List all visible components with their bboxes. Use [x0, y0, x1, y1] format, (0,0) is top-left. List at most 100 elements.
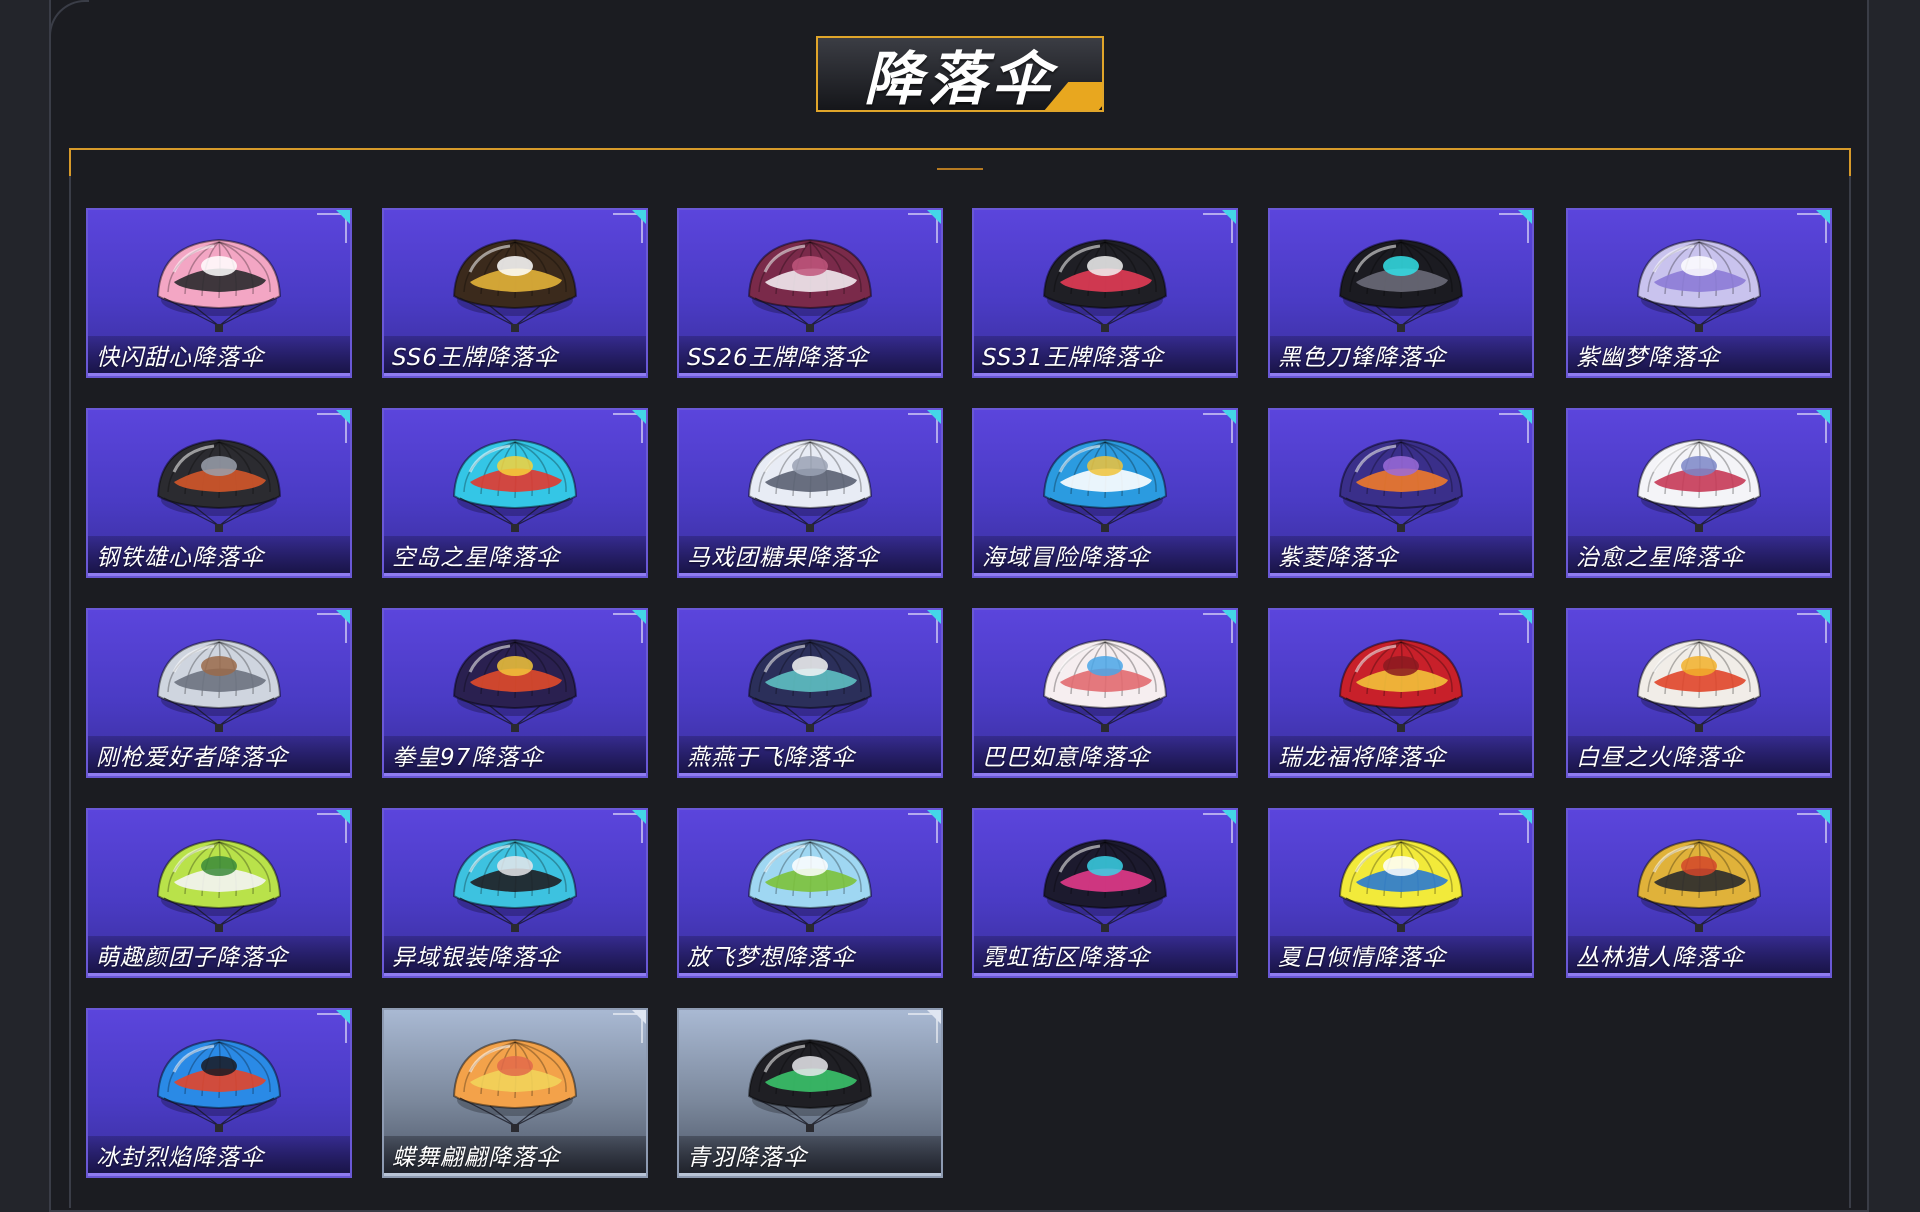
card-label-bar: 燕燕于飞降落伞: [679, 736, 941, 776]
parachute-card[interactable]: 放飞梦想降落伞: [677, 808, 943, 978]
gun-lover-parachute-icon: [156, 638, 282, 732]
card-label-bar: 拳皇97降落伞: [384, 736, 646, 776]
parachute-name: 放飞梦想降落伞: [687, 944, 855, 971]
card-label-bar: 白昼之火降落伞: [1568, 736, 1830, 776]
card-corner-marker: [1516, 610, 1532, 626]
parachute-card[interactable]: 燕燕于飞降落伞: [677, 608, 943, 778]
ice-fire-parachute-icon: [156, 1038, 282, 1132]
parachute-name: 丛林猎人降落伞: [1576, 944, 1744, 971]
parachute-card[interactable]: 马戏团糖果降落伞: [677, 408, 943, 578]
ss26-parachute-icon: [747, 238, 873, 332]
black-blade-parachute-icon: [1338, 238, 1464, 332]
iron-heart-parachute-icon: [156, 438, 282, 532]
sea-adventure-parachute-icon: [1042, 438, 1168, 532]
parachute-card[interactable]: 青羽降落伞: [677, 1008, 943, 1178]
parachute-card[interactable]: 紫幽梦降落伞: [1566, 208, 1832, 378]
sky-island-parachute-icon: [452, 438, 578, 532]
parachute-card[interactable]: 刚枪爱好者降落伞: [86, 608, 352, 778]
parachute-name: 拳皇97降落伞: [392, 744, 544, 771]
card-label-bar: 瑞龙福将降落伞: [1270, 736, 1532, 776]
parachute-card[interactable]: 紫菱降落伞: [1268, 408, 1534, 578]
card-label-bar: 马戏团糖果降落伞: [679, 536, 941, 576]
frame-right-hook: [1849, 148, 1851, 176]
card-corner-marker: [1814, 810, 1830, 826]
parachute-card[interactable]: 白昼之火降落伞: [1566, 608, 1832, 778]
ss6-parachute-icon: [452, 238, 578, 332]
card-corner-marker: [925, 610, 941, 626]
page-title: 降落伞: [863, 45, 1056, 112]
parachute-card[interactable]: 夏日倾情降落伞: [1268, 808, 1534, 978]
card-label-bar: 紫幽梦降落伞: [1568, 336, 1830, 376]
card-label-bar: 霓虹街区降落伞: [974, 936, 1236, 976]
parachute-name: 海域冒险降落伞: [982, 544, 1150, 571]
card-corner-marker: [1814, 410, 1830, 426]
heart-parachute-icon: [156, 238, 282, 332]
parachute-name: 蝶舞翩翩降落伞: [392, 1144, 560, 1171]
card-label-bar: 海域冒险降落伞: [974, 536, 1236, 576]
purple-dream-parachute-icon: [1636, 238, 1762, 332]
parachute-card[interactable]: 异域银装降落伞: [382, 808, 648, 978]
card-label-bar: SS26王牌降落伞: [679, 336, 941, 376]
card-label-bar: SS31王牌降落伞: [974, 336, 1236, 376]
card-corner-marker: [925, 210, 941, 226]
parachute-card[interactable]: SS6王牌降落伞: [382, 208, 648, 378]
parachute-name: 燕燕于飞降落伞: [687, 744, 855, 771]
card-corner-marker: [925, 410, 941, 426]
parachute-name: 青羽降落伞: [687, 1144, 807, 1171]
card-corner-marker: [1220, 210, 1236, 226]
parachute-name: 紫菱降落伞: [1278, 544, 1398, 571]
parachute-card[interactable]: 霓虹街区降落伞: [972, 808, 1238, 978]
parachute-card[interactable]: 海域冒险降落伞: [972, 408, 1238, 578]
card-corner-marker: [1516, 410, 1532, 426]
parachute-name: 紫幽梦降落伞: [1576, 344, 1720, 371]
parachute-card[interactable]: 空岛之星降落伞: [382, 408, 648, 578]
parachute-name: 治愈之星降落伞: [1576, 544, 1744, 571]
parachute-name: 马戏团糖果降落伞: [687, 544, 879, 571]
parachute-name: 快闪甜心降落伞: [96, 344, 264, 371]
jungle-hunter-parachute-icon: [1636, 838, 1762, 932]
parachute-card[interactable]: SS26王牌降落伞: [677, 208, 943, 378]
parachute-card[interactable]: 萌趣颜团子降落伞: [86, 808, 352, 978]
parachute-card[interactable]: SS31王牌降落伞: [972, 208, 1238, 378]
purple-diamond-parachute-icon: [1338, 438, 1464, 532]
parachute-name: SS6王牌降落伞: [392, 344, 559, 371]
card-label-bar: 冰封烈焰降落伞: [88, 1136, 350, 1176]
parachute-card[interactable]: 冰封烈焰降落伞: [86, 1008, 352, 1178]
card-corner-marker: [334, 610, 350, 626]
parachute-name: 冰封烈焰降落伞: [96, 1144, 264, 1171]
card-corner-marker: [630, 610, 646, 626]
card-label-bar: 异域银装降落伞: [384, 936, 646, 976]
parachute-card[interactable]: 瑞龙福将降落伞: [1268, 608, 1534, 778]
parachute-card[interactable]: 快闪甜心降落伞: [86, 208, 352, 378]
card-corner-marker: [1814, 610, 1830, 626]
parachute-card[interactable]: 钢铁雄心降落伞: [86, 408, 352, 578]
card-corner-marker: [630, 410, 646, 426]
parachute-card[interactable]: 巴巴如意降落伞: [972, 608, 1238, 778]
parachute-card[interactable]: 黑色刀锋降落伞: [1268, 208, 1534, 378]
card-label-bar: 丛林猎人降落伞: [1568, 936, 1830, 976]
lucky-dragon-parachute-icon: [1338, 638, 1464, 732]
parachute-name: 空岛之星降落伞: [392, 544, 560, 571]
parachute-name: 夏日倾情降落伞: [1278, 944, 1446, 971]
card-label-bar: 快闪甜心降落伞: [88, 336, 350, 376]
butterfly-dance-parachute-icon: [452, 1038, 578, 1132]
section-title-plate: 降落伞: [816, 36, 1104, 112]
baba-ruyi-parachute-icon: [1042, 638, 1168, 732]
card-corner-marker: [630, 1010, 646, 1026]
card-label-bar: SS6王牌降落伞: [384, 336, 646, 376]
parachute-card[interactable]: 蝶舞翩翩降落伞: [382, 1008, 648, 1178]
parachute-name: 萌趣颜团子降落伞: [96, 944, 288, 971]
parachute-card[interactable]: 丛林猎人降落伞: [1566, 808, 1832, 978]
card-label-bar: 巴巴如意降落伞: [974, 736, 1236, 776]
parachute-name: 刚枪爱好者降落伞: [96, 744, 288, 771]
parachute-card[interactable]: 治愈之星降落伞: [1566, 408, 1832, 578]
kof97-parachute-icon: [452, 638, 578, 732]
card-corner-marker: [1814, 210, 1830, 226]
circus-candy-parachute-icon: [747, 438, 873, 532]
card-corner-marker: [630, 210, 646, 226]
frame-center-tick: [937, 168, 983, 170]
card-label-bar: 萌趣颜团子降落伞: [88, 936, 350, 976]
parachute-card[interactable]: 拳皇97降落伞: [382, 608, 648, 778]
green-feather-parachute-icon: [747, 1038, 873, 1132]
card-corner-marker: [1220, 610, 1236, 626]
